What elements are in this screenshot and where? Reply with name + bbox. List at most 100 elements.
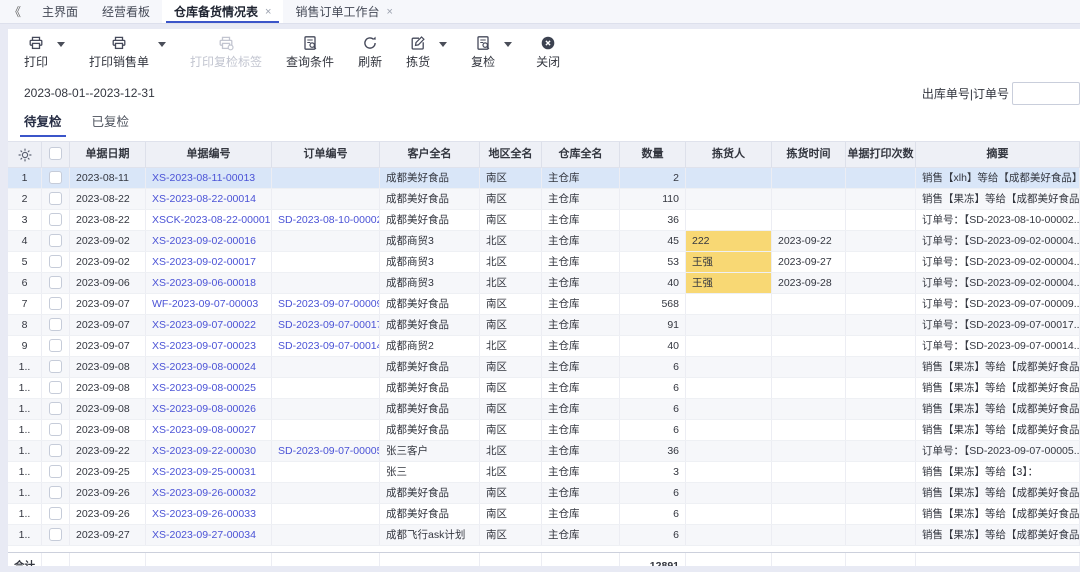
table-row[interactable]: 1.. 2023-09-26 XS-2023-09-26-00033 成都美好食品 南区… [8,504,1080,525]
print-sales-order-button[interactable]: 打印销售单 [89,35,149,70]
doc-no-link[interactable]: XS-2023-09-08-00025 [146,378,272,398]
table-row[interactable]: 1.. 2023-09-08 XS-2023-09-08-00024 成都美好食品 南区… [8,357,1080,378]
column-header-9[interactable]: 单据打印次数 [846,142,916,167]
doc-no-link[interactable]: XS-2023-09-25-00031 [146,462,272,482]
doc-no-link[interactable]: WF-2023-09-07-00003 [146,294,272,314]
doc-no-link[interactable]: XS-2023-09-22-00030 [146,441,272,461]
chevron-down-icon[interactable] [57,42,66,47]
table-row[interactable]: 7 2023-09-07 WF-2023-09-07-00003 SD-2023-09… [8,294,1080,315]
table-row[interactable]: 3 2023-08-22 XSCK-2023-08-22-00001 SD-2023-… [8,210,1080,231]
doc-no-link[interactable]: XS-2023-09-07-00023 [146,336,272,356]
table-row[interactable]: 2 2023-08-22 XS-2023-08-22-00014 成都美好食品 南区 主仓… [8,189,1080,210]
row-checkbox[interactable] [49,506,62,520]
order-no-link[interactable]: SD-2023-09-07-00009 [272,294,380,314]
select-all-cell [42,142,70,167]
search-input[interactable] [1012,81,1080,105]
row-checkbox[interactable] [49,212,62,226]
chevron-down-icon[interactable] [439,42,448,47]
window-tab-bar: 《 主界面 经营看板 仓库备货情况表 × 销售订单工作台 × [0,0,1080,24]
row-checkbox[interactable] [49,233,62,247]
row-checkbox[interactable] [49,275,62,289]
recheck-button[interactable]: 复检 [471,35,495,70]
doc-no-link[interactable]: XSCK-2023-08-22-00001 [146,210,272,230]
doc-no-link[interactable]: XS-2023-09-06-00018 [146,273,272,293]
tab-sales-order-workbench[interactable]: 销售订单工作台 × [283,0,404,23]
query-conditions-button[interactable]: 查询条件 [286,35,334,70]
doc-no-link[interactable]: XS-2023-09-08-00026 [146,399,272,419]
print-button[interactable]: 打印 [24,35,48,70]
table-row[interactable]: 1.. 2023-09-08 XS-2023-09-08-00025 成都美好食品 南区… [8,378,1080,399]
column-header-0[interactable]: 单据日期 [70,142,146,167]
row-checkbox[interactable] [49,296,62,310]
close-tab-icon[interactable]: × [387,6,393,18]
tab-pending-recheck[interactable]: 待复检 [20,111,65,137]
doc-no-link[interactable]: XS-2023-09-02-00017 [146,252,272,272]
doc-no-link[interactable]: XS-2023-08-11-00013 [146,168,272,188]
column-header-8[interactable]: 拣货时间 [772,142,846,167]
doc-date-cell: 2023-09-25 [70,462,146,482]
order-no-link[interactable]: SD-2023-08-10-00002 [272,210,380,230]
doc-no-link[interactable]: XS-2023-09-08-00027 [146,420,272,440]
doc-no-link[interactable]: XS-2023-09-26-00033 [146,504,272,524]
column-header-2[interactable]: 订单编号 [272,142,380,167]
row-checkbox[interactable] [49,485,62,499]
table-row[interactable]: 1.. 2023-09-25 XS-2023-09-25-00031 张三 北区 主仓库 3… [8,462,1080,483]
doc-no-link[interactable]: XS-2023-08-22-00014 [146,189,272,209]
column-header-1[interactable]: 单据编号 [146,142,272,167]
table-row[interactable]: 1.. 2023-09-08 XS-2023-09-08-00026 成都美好食品 南区… [8,399,1080,420]
chevron-down-icon[interactable] [504,42,513,47]
row-checkbox[interactable] [49,317,62,331]
table-row[interactable]: 1.. 2023-09-26 XS-2023-09-26-00032 成都美好食品 南区… [8,483,1080,504]
tab-business-dashboard[interactable]: 经营看板 [90,0,162,23]
table-row[interactable]: 1.. 2023-09-22 XS-2023-09-22-00030 SD-2023-… [8,441,1080,462]
doc-no-link[interactable]: XS-2023-09-07-00022 [146,315,272,335]
doc-no-link[interactable]: XS-2023-09-08-00024 [146,357,272,377]
table-row[interactable]: 6 2023-09-06 XS-2023-09-06-00018 成都商贸3 北区 主仓库… [8,273,1080,294]
order-no-link[interactable]: SD-2023-09-07-00005 [272,441,380,461]
table-row[interactable]: 9 2023-09-07 XS-2023-09-07-00023 SD-2023-09… [8,336,1080,357]
column-header-3[interactable]: 客户全名 [380,142,480,167]
table-row[interactable]: 1.. 2023-09-08 XS-2023-09-08-00027 成都美好食品 南区… [8,420,1080,441]
column-settings-button[interactable] [8,142,42,167]
row-checkbox[interactable] [49,527,62,541]
close-tab-icon[interactable]: × [265,6,271,18]
row-checkbox[interactable] [49,380,62,394]
table-row[interactable]: 8 2023-09-07 XS-2023-09-07-00022 SD-2023-09… [8,315,1080,336]
row-checkbox[interactable] [49,170,62,184]
doc-no-link[interactable]: XS-2023-09-26-00032 [146,483,272,503]
order-no-link[interactable]: SD-2023-09-07-00017 [272,315,380,335]
row-checkbox[interactable] [49,338,62,352]
region-cell: 北区 [480,252,542,272]
column-header-5[interactable]: 仓库全名 [542,142,620,167]
doc-no-link[interactable]: XS-2023-09-27-00034 [146,525,272,545]
row-checkbox[interactable] [49,443,62,457]
column-header-7[interactable]: 拣货人 [686,142,772,167]
pick-button[interactable]: 拣货 [406,35,430,70]
qty-cell: 6 [620,504,686,524]
row-checkbox[interactable] [49,464,62,478]
tab-warehouse-stock-report[interactable]: 仓库备货情况表 × [162,0,284,23]
chevron-down-icon[interactable] [158,42,167,47]
table-row[interactable]: 5 2023-09-02 XS-2023-09-02-00017 成都商贸3 北区 主仓库… [8,252,1080,273]
print-count-cell [846,336,916,356]
doc-no-link[interactable]: XS-2023-09-02-00016 [146,231,272,251]
column-header-4[interactable]: 地区全名 [480,142,542,167]
table-row[interactable]: 4 2023-09-02 XS-2023-09-02-00016 成都商贸3 北区 主仓库… [8,231,1080,252]
column-header-6[interactable]: 数量 [620,142,686,167]
column-header-10[interactable]: 摘要 [916,142,1080,167]
select-all-checkbox[interactable] [49,147,62,160]
row-checkbox[interactable] [49,422,62,436]
row-checkbox[interactable] [49,401,62,415]
table-row[interactable]: 1 2023-08-11 XS-2023-08-11-00013 成都美好食品 南区 主仓… [8,168,1080,189]
collapse-tabs-icon[interactable]: 《 [0,0,30,23]
summary-cell: 销售【果冻】等给【成都美好食品】： [916,357,1080,377]
tab-rechecked[interactable]: 已复检 [92,111,130,137]
table-row[interactable]: 1.. 2023-09-27 XS-2023-09-27-00034 成都飞行ask计… [8,525,1080,546]
close-button[interactable]: 关闭 [536,35,560,70]
order-no-link[interactable]: SD-2023-09-07-00014 [272,336,380,356]
row-checkbox[interactable] [49,191,62,205]
row-checkbox[interactable] [49,254,62,268]
row-checkbox[interactable] [49,359,62,373]
refresh-button[interactable]: 刷新 [358,35,382,70]
tab-main[interactable]: 主界面 [30,0,90,23]
